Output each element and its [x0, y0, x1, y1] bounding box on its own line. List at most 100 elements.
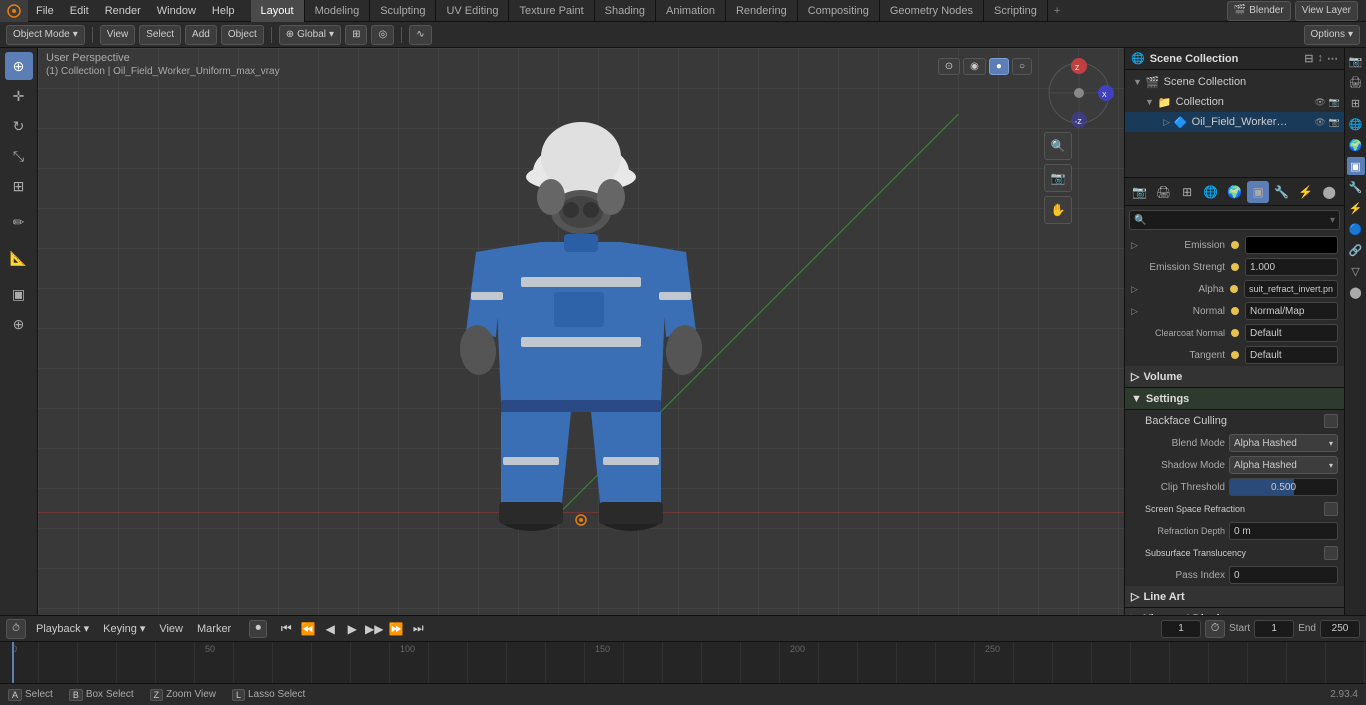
model-render-icon[interactable]: 📷 [1329, 117, 1340, 128]
particles-icon-btn[interactable]: ⚡ [1347, 199, 1365, 217]
backface-culling-checkbox[interactable] [1324, 414, 1338, 428]
next-frame-btn[interactable]: ▶▶ [365, 620, 383, 638]
orbit-gizmo[interactable]: Z X -Z [1044, 58, 1114, 128]
tab-compositing[interactable]: Compositing [798, 0, 880, 22]
model-visibility-icon[interactable]: 👁 [1314, 117, 1325, 128]
rendered-btn[interactable]: ● [989, 58, 1009, 75]
camera-view-btn[interactable]: 📷 [1044, 164, 1072, 192]
object-props-btn[interactable]: ▣ [1247, 181, 1269, 203]
tab-scripting[interactable]: Scripting [984, 0, 1048, 22]
snap-toggle[interactable]: ⊞ [345, 25, 367, 45]
lasso-status[interactable]: L Lasso Select [232, 689, 305, 701]
current-frame-input[interactable] [1161, 620, 1201, 638]
blend-mode-dropdown[interactable]: Alpha Hashed ▾ [1229, 434, 1338, 452]
curve-tool[interactable]: ∿ [409, 25, 431, 45]
options-icon[interactable]: ⋯ [1327, 52, 1338, 65]
search-dropdown-icon[interactable]: ▾ [1330, 215, 1335, 226]
object-icon-btn[interactable]: ▣ [1347, 157, 1365, 175]
emission-value[interactable] [1245, 236, 1338, 254]
volume-section[interactable]: ▷ Volume [1125, 366, 1344, 388]
start-frame-input[interactable] [1254, 620, 1294, 638]
tab-geometry-nodes[interactable]: Geometry Nodes [880, 0, 984, 22]
prev-frame-btn[interactable]: ◀ [321, 620, 339, 638]
view-menu[interactable]: View [100, 25, 136, 45]
modifier-props-btn[interactable]: 🔧 [1271, 181, 1293, 203]
app-logo[interactable] [0, 0, 28, 22]
tab-sculpting[interactable]: Sculpting [370, 0, 436, 22]
add-menu[interactable]: Add [185, 25, 217, 45]
scale-tool[interactable]: ⤡ [5, 142, 33, 170]
material-preview-btn[interactable]: ◉ [963, 58, 986, 75]
view-layer-icon-btn[interactable]: ⊞ [1347, 94, 1365, 112]
move-tool[interactable]: ✛ [5, 82, 33, 110]
ssr-checkbox[interactable] [1324, 502, 1338, 516]
frame-clock-btn[interactable]: ⏱ [1205, 620, 1225, 638]
select-status[interactable]: A Select [8, 689, 53, 701]
line-art-section[interactable]: ▷ Line Art [1125, 586, 1344, 608]
shadow-mode-dropdown[interactable]: Alpha Hashed ▾ [1229, 456, 1338, 474]
clip-threshold-slider[interactable]: 0.500 [1229, 478, 1338, 496]
sort-icon[interactable]: ↕ [1318, 52, 1324, 65]
timeline-mode-btn[interactable]: ⏱ [6, 619, 26, 639]
menu-edit[interactable]: Edit [62, 0, 97, 22]
render-icon[interactable]: 📷 [1329, 97, 1340, 108]
render-props-btn[interactable]: 📷 [1129, 181, 1151, 203]
normal-value[interactable]: Normal/Map [1245, 302, 1338, 320]
subsurface-checkbox[interactable] [1324, 546, 1338, 560]
tab-shading[interactable]: Shading [595, 0, 656, 22]
add-object-tool[interactable]: ⊕ [5, 310, 33, 338]
scene-icon-btn[interactable]: 🌐 [1347, 115, 1365, 133]
transform-tool[interactable]: ⊞ [5, 172, 33, 200]
prev-keyframe-btn[interactable]: ⏪ [299, 620, 317, 638]
modifier-icon-btn[interactable]: 🔧 [1347, 178, 1365, 196]
solid-btn[interactable]: ○ [1012, 58, 1032, 75]
tab-modeling[interactable]: Modeling [305, 0, 371, 22]
jump-end-btn[interactable]: ⏭ [409, 620, 427, 638]
data-icon-btn[interactable]: ▽ [1347, 262, 1365, 280]
scene-props-btn[interactable]: 🌐 [1200, 181, 1222, 203]
viewport-shading-btn[interactable]: ⊙ [938, 58, 960, 75]
tangent-value[interactable]: Default [1245, 346, 1338, 364]
menu-window[interactable]: Window [149, 0, 204, 22]
view-layer-selector[interactable]: View Layer [1295, 1, 1358, 21]
playback-btn[interactable]: Playback ▾ [32, 622, 93, 635]
transform-orientation[interactable]: ⊕ Global ▾ [279, 25, 341, 45]
marker-btn[interactable]: Marker [193, 623, 235, 635]
alpha-expand[interactable]: ▷ [1131, 284, 1140, 295]
clearcoat-normal-value[interactable]: Default [1245, 324, 1338, 342]
search-input[interactable] [1149, 210, 1330, 230]
tab-rendering[interactable]: Rendering [726, 0, 798, 22]
physics-icon-btn[interactable]: 🔵 [1347, 220, 1365, 238]
play-btn[interactable]: ▶ [343, 620, 361, 638]
select-menu[interactable]: Select [139, 25, 181, 45]
zoom-status[interactable]: Z Zoom View [150, 689, 216, 701]
cursor-tool[interactable]: ⊕ [5, 52, 33, 80]
menu-help[interactable]: Help [204, 0, 243, 22]
visibility-icon[interactable]: 👁 [1314, 97, 1325, 108]
annotate-tool[interactable]: ✏ [5, 208, 33, 236]
menu-render[interactable]: Render [97, 0, 149, 22]
view-btn[interactable]: View [155, 623, 187, 635]
object-mode-dropdown[interactable]: Object Mode ▾ [6, 25, 85, 45]
material-icon-btn[interactable]: ⬤ [1347, 283, 1365, 301]
proportional-edit[interactable]: ◎ [371, 25, 394, 45]
normal-expand[interactable]: ▷ [1131, 306, 1141, 317]
model-item[interactable]: ▷ 🔷 Oil_Field_Worker_Unifor 👁 📷 [1125, 112, 1344, 132]
material-props-btn[interactable]: ⬤ [1318, 181, 1340, 203]
output-props-btn[interactable]: 🖨 [1153, 181, 1175, 203]
tab-uv-editing[interactable]: UV Editing [436, 0, 509, 22]
particles-props-btn[interactable]: ⚡ [1295, 181, 1317, 203]
viewport-display-section[interactable]: ▷ Viewport Display [1125, 608, 1344, 615]
add-cube-tool[interactable]: ▣ [5, 280, 33, 308]
tab-animation[interactable]: Animation [656, 0, 726, 22]
next-keyframe-btn[interactable]: ⏩ [387, 620, 405, 638]
alpha-value[interactable]: suit_refract_invert.pn [1244, 280, 1338, 298]
menu-file[interactable]: File [28, 0, 62, 22]
emission-strength-value[interactable]: 1.000 [1245, 258, 1338, 276]
pass-index-value[interactable]: 0 [1229, 566, 1338, 584]
timeline-track[interactable]: 0 50 100 150 200 250 [0, 642, 1366, 683]
record-btn[interactable]: ⏺ [249, 620, 267, 638]
jump-start-btn[interactable]: ⏮ [277, 620, 295, 638]
options-btn[interactable]: Options ▾ [1304, 25, 1361, 45]
scene-selector[interactable]: 🎬 Blender [1227, 1, 1291, 21]
